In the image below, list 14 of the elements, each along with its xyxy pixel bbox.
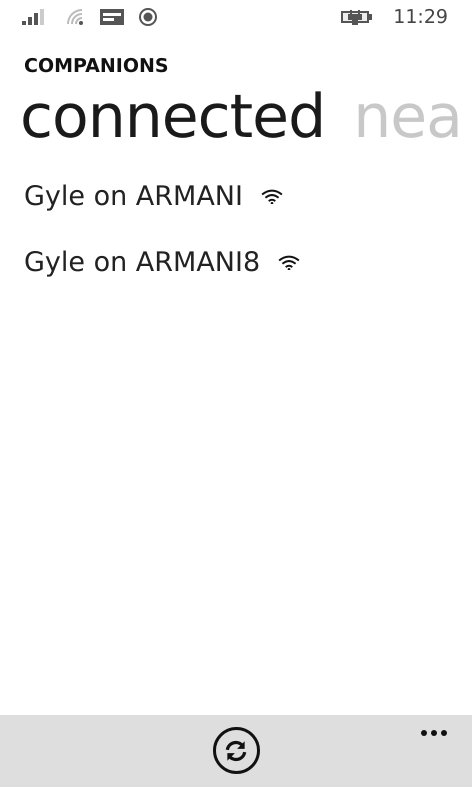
message-icon	[100, 8, 124, 26]
companion-name[interactable]: Gyle on ARMANI8	[24, 244, 260, 280]
more-button[interactable]	[418, 727, 450, 739]
location-icon	[138, 7, 158, 27]
more-icon	[420, 729, 448, 737]
wifi-icon	[260, 188, 283, 204]
pivot-tab[interactable]: connected	[20, 76, 326, 156]
wifi-icon	[278, 254, 300, 270]
status-time: 11:29	[393, 4, 448, 30]
companion-name[interactable]: Gyle on ARMANI	[24, 178, 243, 214]
refresh-button[interactable]	[212, 727, 260, 774]
wifi-icon	[66, 8, 86, 26]
battery-charging-icon	[341, 8, 374, 26]
app-title: COMPANIONS	[24, 54, 169, 79]
